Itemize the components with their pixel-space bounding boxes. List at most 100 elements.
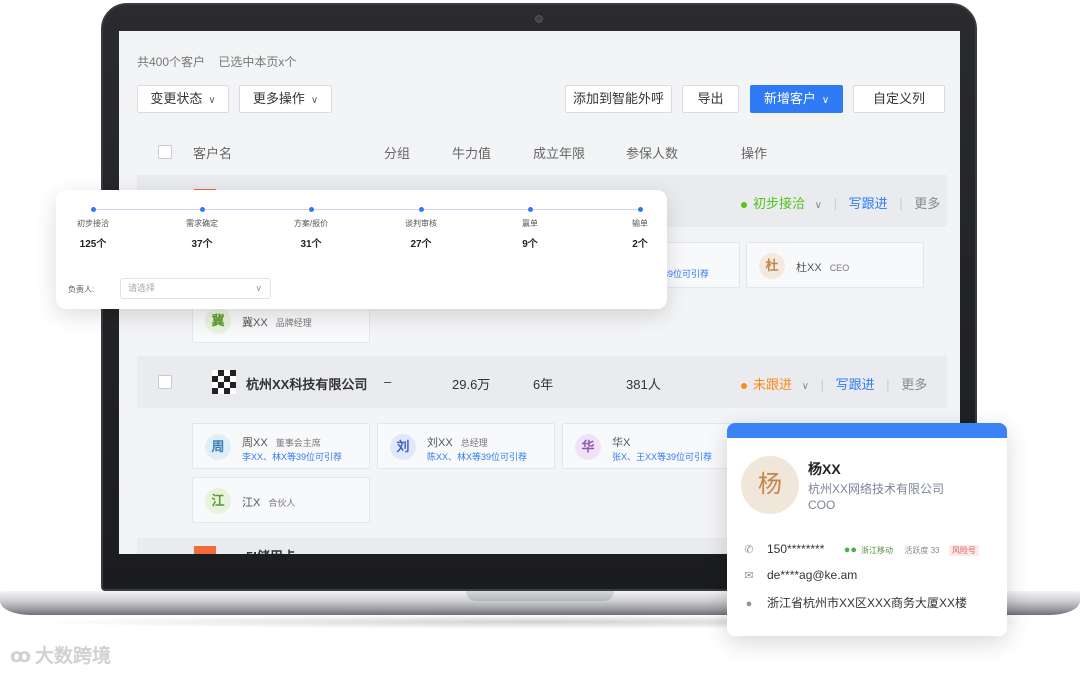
avatar: 华 <box>575 434 601 460</box>
chevron-down-icon: ∨ <box>208 95 216 106</box>
select-all-checkbox[interactable] <box>158 145 172 159</box>
more-link[interactable]: 更多 <box>914 196 940 211</box>
years-value: 6年 <box>533 377 554 392</box>
stage-count: 37个 <box>191 239 213 250</box>
watermark-text: 大数跨境 <box>35 646 112 667</box>
more-actions-button[interactable]: 更多操作 ∨ <box>239 85 332 113</box>
contact-title: 品牌经理 <box>275 318 312 328</box>
contact-company[interactable]: 杭州XX网络技术有限公司 <box>808 480 944 497</box>
contact-name: 冀XX 品牌经理 <box>242 314 312 330</box>
pipeline-stage[interactable]: 初步接洽 125个 <box>58 204 128 250</box>
stage-name: 初步接洽 <box>77 219 109 228</box>
detail-header-bar <box>727 423 1007 438</box>
contact-card[interactable]: 华 华X 张X、王XX等39位可引荐 <box>562 423 740 469</box>
table-header: 客户名 分组 牛力值 成立年限 参保人数 操作 <box>137 136 947 166</box>
custom-columns-button[interactable]: 自定义列 <box>853 85 945 113</box>
divider: | <box>833 196 837 211</box>
contact-referrals[interactable]: 陈XX、林X等39位可引荐 <box>427 450 527 463</box>
add-to-smart-call-button[interactable]: 添加到智能外呼 <box>565 85 672 113</box>
divider: | <box>820 377 824 392</box>
stage-count: 2个 <box>632 239 648 250</box>
location-pin-icon: ● <box>745 598 753 610</box>
risk-tag: 风险号 <box>948 545 979 556</box>
col-customer-name: 客户名 <box>193 146 233 161</box>
pipeline-stage[interactable]: 需求确定 37个 <box>167 204 237 250</box>
niuli-value: 29.6万 <box>452 377 491 392</box>
contact-referrals[interactable]: 张X、王XX等39位可引荐 <box>612 450 712 463</box>
table-row[interactable]: 杭州XX科技有限公司 – 29.6万 6年 381人 未跟进 ∨ | 写跟进 |… <box>137 356 947 408</box>
change-status-label: 变更状态 <box>150 91 203 106</box>
divider: | <box>886 377 890 392</box>
new-customer-button[interactable]: 新增客户 ∨ <box>750 85 843 113</box>
status-text: 初步接洽 <box>753 196 806 211</box>
watermark-logo-icon: ꝏ <box>10 646 32 667</box>
contact-name: 杜XX CEO <box>796 259 849 275</box>
stage-count: 125个 <box>79 239 107 250</box>
company-logo <box>194 546 216 554</box>
contact-title: 董事会主席 <box>275 438 321 448</box>
phone-icon: ✆ <box>744 544 754 556</box>
company-logo <box>212 370 236 394</box>
col-years: 成立年限 <box>533 146 586 161</box>
stage-count: 31个 <box>300 239 322 250</box>
contact-name: 杨XX <box>808 461 841 477</box>
selection-summary: 共400个客户 已选中本页x个 <box>137 53 306 70</box>
pipeline-stage[interactable]: 输单 2个 <box>605 204 675 250</box>
stage-count: 9个 <box>522 239 538 250</box>
col-insured: 参保人数 <box>626 146 679 161</box>
avatar: 杜 <box>759 253 785 279</box>
stage-name: 需求确定 <box>186 219 218 228</box>
pipeline-stage[interactable]: 赢单 9个 <box>495 204 565 250</box>
contact-referrals[interactable]: 39位可引荐 <box>663 267 709 280</box>
insured-value: 381人 <box>626 377 661 392</box>
contact-name: 周XX 董事会主席 <box>242 434 321 450</box>
contact-card[interactable]: 周 周XX 董事会主席 李XX、林X等39位可引荐 <box>192 423 370 469</box>
chevron-down-icon: ∨ <box>814 200 822 211</box>
contact-name-text: 杜XX <box>796 262 822 274</box>
row-checkbox[interactable] <box>158 375 172 389</box>
status-text: 未跟进 <box>753 377 793 392</box>
write-followup-link[interactable]: 写跟进 <box>849 196 888 211</box>
contact-card[interactable]: 刘 刘XX 总经理 陈XX、林X等39位可引荐 <box>377 423 555 469</box>
export-button[interactable]: 导出 <box>682 85 739 113</box>
laptop-notch <box>466 591 614 601</box>
stage-count: 27个 <box>410 239 432 250</box>
stage-dot <box>418 207 424 212</box>
phone-row[interactable]: ✆ 150******** ●● 浙江移动 活跃度 33 风险号 <box>743 542 979 556</box>
stage-name: 方案/报价 <box>293 219 329 228</box>
stage-dot <box>527 207 533 212</box>
write-followup-link[interactable]: 写跟进 <box>836 377 875 392</box>
owner-select[interactable]: 请选择 ∨ <box>120 278 271 299</box>
activity-tag: 活跃度 33 <box>904 546 940 555</box>
stage-dot <box>637 207 643 212</box>
customer-name[interactable]: 5I储用卡 <box>246 546 296 554</box>
row-status[interactable]: 未跟进 ∨ | 写跟进 | 更多 <box>741 374 927 393</box>
more-link[interactable]: 更多 <box>901 377 927 392</box>
pipeline-stage[interactable]: 谈判审核 27个 <box>386 204 456 250</box>
col-niuli: 牛力值 <box>452 146 492 161</box>
contact-name: 江X 合伙人 <box>242 494 295 510</box>
camera-icon <box>535 15 543 23</box>
avatar: 冀 <box>205 308 231 334</box>
status-dot <box>741 382 747 389</box>
pipeline-stage[interactable]: 方案/报价 31个 <box>276 204 346 250</box>
change-status-button[interactable]: 变更状态 ∨ <box>137 85 229 113</box>
contact-referrals[interactable]: 李XX、林X等39位可引荐 <box>242 450 342 463</box>
contact-card[interactable]: 杜 杜XX CEO <box>746 242 924 288</box>
email-address: de****ag@ke.am <box>767 568 858 582</box>
stage-name: 谈判审核 <box>405 219 437 228</box>
avatar: 周 <box>205 434 231 460</box>
stage-dot <box>90 207 96 212</box>
more-actions-label: 更多操作 <box>252 91 305 106</box>
carrier-tag: 浙江移动 <box>861 546 894 555</box>
row-status[interactable]: 初步接洽 ∨ | 写跟进 | 更多 <box>741 193 940 212</box>
contact-card[interactable]: 江 江X 合伙人 <box>192 477 370 523</box>
email-row[interactable]: ✉ de****ag@ke.am <box>743 568 857 582</box>
avatar: 杨 <box>741 456 799 514</box>
contact-detail-popup: 杨 杨XX 杭州XX网络技术有限公司 COO ✆ 150******** ●● 浙江… <box>727 423 1007 636</box>
contact-name-text: 江X <box>242 497 261 509</box>
customer-name[interactable]: 杭州XX科技有限公司 <box>246 374 367 393</box>
address-row[interactable]: ● 浙江省杭州市XX区XXX商务大厦XX楼 <box>743 594 967 611</box>
stage-dot <box>199 207 205 212</box>
divider: | <box>899 196 903 211</box>
